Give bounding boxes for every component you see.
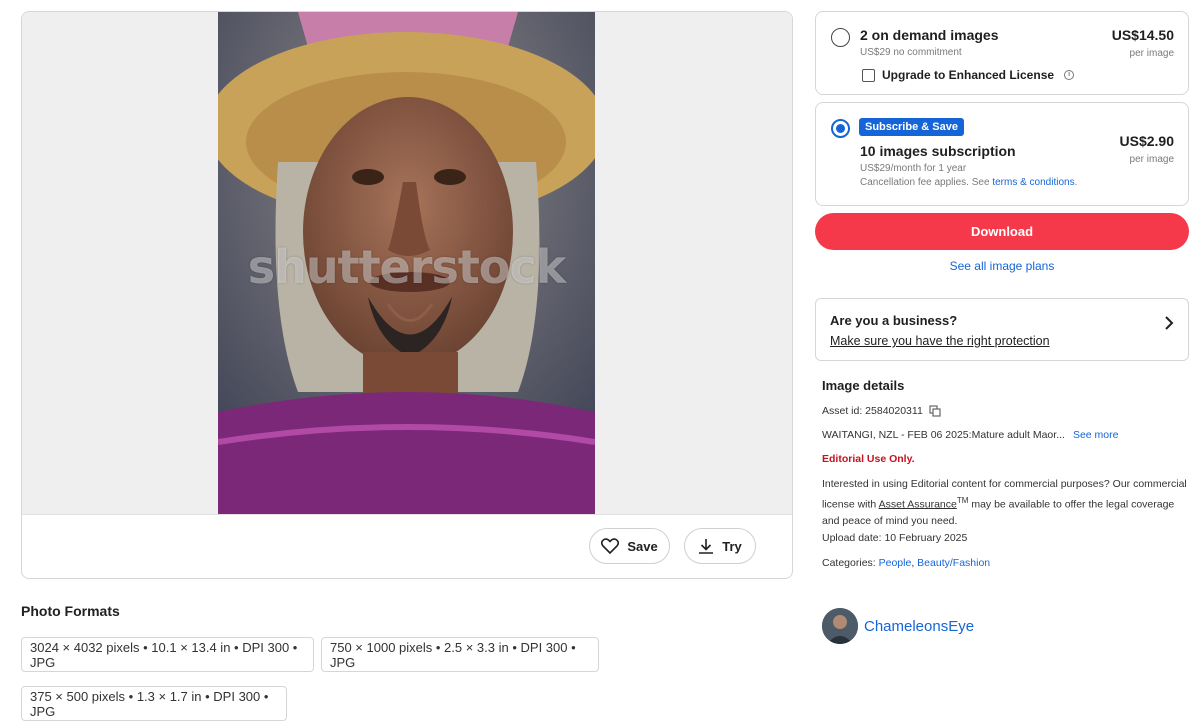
try-button[interactable]: Try xyxy=(684,528,756,564)
cancellation-note: Cancellation fee applies. See terms & co… xyxy=(860,177,1078,188)
asset-id-row: Asset id: 2584020311 xyxy=(822,405,941,417)
business-title: Are you a business? xyxy=(830,313,958,328)
chevron-right-icon xyxy=(1165,316,1174,330)
category-link[interactable]: Beauty/Fashion xyxy=(917,557,990,569)
contributor-link[interactable]: ChameleonsEye xyxy=(822,608,974,644)
plan-subscription-radio[interactable] xyxy=(831,119,850,138)
photo-formats-title: Photo Formats xyxy=(21,603,120,619)
download-button[interactable]: Download xyxy=(815,213,1189,250)
image-stage: shutterstock xyxy=(22,12,792,515)
categories-row: Categories: People, Beauty/Fashion xyxy=(822,557,991,569)
plan-on-demand-price: US$14.50 xyxy=(1111,27,1174,43)
plan-on-demand-radio[interactable] xyxy=(831,28,850,47)
plan-on-demand-card[interactable]: 2 on demand images US$29 no commitment U… xyxy=(815,11,1189,95)
plan-subscription-subtitle: US$29/month for 1 year xyxy=(860,163,967,174)
heart-icon xyxy=(601,538,620,554)
preview-photo[interactable]: shutterstock xyxy=(218,12,595,514)
contributor-name: ChameleonsEye xyxy=(864,617,975,635)
upgrade-license-row[interactable]: Upgrade to Enhanced License i xyxy=(862,68,1075,82)
business-protection-card[interactable]: Are you a business? Make sure you have t… xyxy=(815,298,1189,361)
subscribe-save-badge: Subscribe & Save xyxy=(859,118,964,136)
commercial-license-note: Interested in using Editorial content fo… xyxy=(822,478,1187,527)
plan-on-demand-title: 2 on demand images xyxy=(860,27,999,43)
save-label: Save xyxy=(627,538,658,554)
image-details-title: Image details xyxy=(822,378,905,393)
image-description: WAITANGI, NZL - FEB 06 2025:Mature adult… xyxy=(822,429,1119,441)
business-protection-link[interactable]: Make sure you have the right protection xyxy=(830,334,1050,348)
format-option[interactable]: 750 × 1000 pixels • 2.5 × 3.3 in • DPI 3… xyxy=(321,637,599,672)
download-icon xyxy=(699,539,714,554)
terms-link[interactable]: terms & conditions xyxy=(992,177,1074,188)
see-more-link[interactable]: See more xyxy=(1073,429,1119,441)
upload-date: Upload date: 10 February 2025 xyxy=(822,532,968,544)
plan-on-demand-per: per image xyxy=(1129,48,1174,59)
editorial-use-label: Editorial Use Only. xyxy=(822,453,915,465)
watermark-text: shutterstock xyxy=(247,240,567,294)
format-option[interactable]: 375 × 500 pixels • 1.3 × 1.7 in • DPI 30… xyxy=(21,686,287,721)
info-icon[interactable]: i xyxy=(1064,70,1075,80)
upgrade-license-label: Upgrade to Enhanced License xyxy=(882,68,1055,82)
try-label: Try xyxy=(722,538,742,554)
plan-subscription-card[interactable]: Subscribe & Save 10 images subscription … xyxy=(815,102,1189,206)
plan-subscription-title: 10 images subscription xyxy=(860,143,1016,159)
plan-subscription-per: per image xyxy=(1129,154,1174,165)
plan-on-demand-subtitle: US$29 no commitment xyxy=(860,47,962,58)
copy-icon[interactable] xyxy=(929,405,941,417)
see-all-plans-link[interactable]: See all image plans xyxy=(815,259,1189,273)
asset-assurance-link[interactable]: Asset Assurance xyxy=(879,498,957,510)
format-option[interactable]: 3024 × 4032 pixels • 10.1 × 13.4 in • DP… xyxy=(21,637,314,672)
save-button[interactable]: Save xyxy=(589,528,670,564)
asset-id: Asset id: 2584020311 xyxy=(822,405,923,417)
image-preview-panel: shutterstock Save Try xyxy=(21,11,793,579)
plan-subscription-price: US$2.90 xyxy=(1119,133,1174,149)
category-link[interactable]: People xyxy=(879,557,912,569)
avatar xyxy=(822,608,858,644)
upgrade-license-checkbox[interactable] xyxy=(862,68,875,82)
